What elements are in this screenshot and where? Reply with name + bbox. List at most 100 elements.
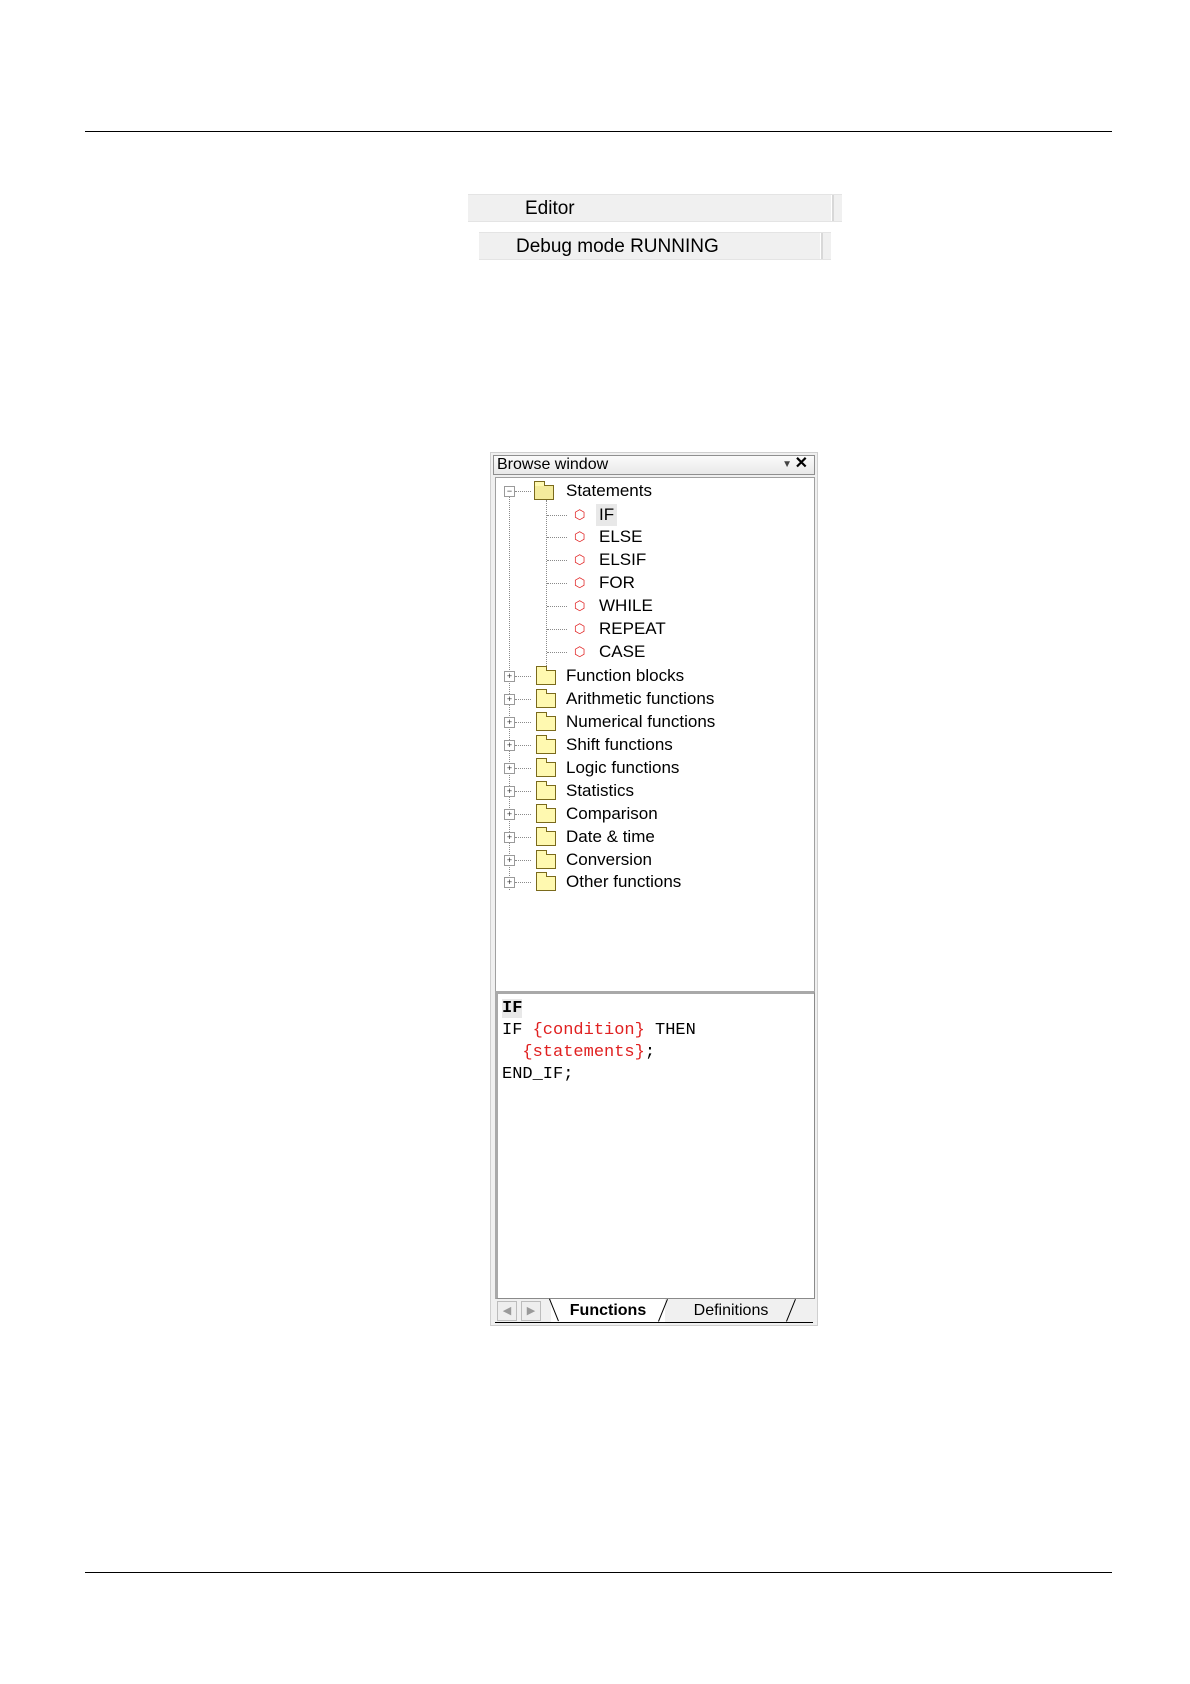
tree-node-numerical-functions[interactable]: + Numerical functions bbox=[496, 711, 812, 733]
tree-leaf-label: CASE bbox=[599, 642, 646, 661]
statement-icon: ⬡ bbox=[574, 529, 586, 544]
tab-definitions-label: Definitions bbox=[693, 1302, 769, 1319]
tree-node-label: Statistics bbox=[566, 781, 635, 800]
tree-node-date-time[interactable]: + Date & time bbox=[496, 826, 812, 848]
debug-status-bar: Debug mode RUNNING bbox=[479, 232, 831, 260]
tree-leaf-elsif[interactable]: ⬡ ELSIF bbox=[496, 549, 812, 571]
syntax-preview-panel: IF IF {condition} THEN {statements}; END… bbox=[495, 991, 815, 1299]
expand-icon[interactable]: + bbox=[504, 832, 515, 843]
tree-node-label: Numerical functions bbox=[566, 712, 716, 731]
tab-functions[interactable]: Functions bbox=[551, 1299, 665, 1323]
folder-icon bbox=[536, 689, 556, 708]
tree-node-label: Comparison bbox=[566, 804, 658, 823]
tree-node-function-blocks[interactable]: + Function blocks bbox=[496, 665, 812, 687]
dropdown-arrow-icon[interactable]: ▼ bbox=[782, 456, 792, 474]
scroll-right-icon[interactable]: ▶ bbox=[521, 1301, 541, 1321]
statement-icon: ⬡ bbox=[574, 552, 586, 567]
editor-status-bar: Editor bbox=[468, 194, 842, 222]
folder-icon bbox=[536, 850, 556, 869]
expand-icon[interactable]: + bbox=[504, 671, 515, 682]
function-tree[interactable]: − Statements ⬡ IF ⬡ ELSE ⬡ ELSIF ⬡ FOR ⬡… bbox=[495, 477, 815, 993]
tree-node-other-functions[interactable]: + Other functions bbox=[496, 871, 812, 893]
statement-icon: ⬡ bbox=[574, 644, 586, 659]
folder-icon bbox=[536, 735, 556, 754]
tree-connector bbox=[547, 652, 567, 653]
tree-connector bbox=[547, 560, 567, 561]
tree-node-label: Other functions bbox=[566, 872, 682, 891]
expand-icon[interactable]: + bbox=[504, 740, 515, 751]
code-keyword: IF bbox=[502, 1021, 533, 1040]
tree-leaf-while[interactable]: ⬡ WHILE bbox=[496, 595, 812, 617]
open-folder-icon bbox=[534, 481, 554, 500]
tree-leaf-case[interactable]: ⬡ CASE bbox=[496, 641, 812, 663]
editor-status-text: Editor bbox=[525, 198, 575, 219]
tree-node-logic-functions[interactable]: + Logic functions bbox=[496, 757, 812, 779]
tree-leaf-label: IF bbox=[596, 504, 618, 526]
browse-window-titlebar[interactable]: Browse window ▼ ✕ bbox=[493, 455, 815, 475]
folder-icon bbox=[536, 758, 556, 777]
collapse-icon[interactable]: − bbox=[504, 486, 515, 497]
tree-node-statements[interactable]: − Statements bbox=[496, 480, 812, 502]
tree-leaf-label: FOR bbox=[599, 573, 635, 592]
expand-icon[interactable]: + bbox=[504, 877, 515, 888]
code-keyword: THEN bbox=[644, 1021, 696, 1040]
tree-connector bbox=[515, 860, 531, 861]
code-keyword: ; bbox=[644, 1043, 656, 1062]
tree-node-label: Date & time bbox=[566, 827, 655, 846]
tree-connector bbox=[547, 515, 567, 516]
tree-connector bbox=[547, 606, 567, 607]
expand-icon[interactable]: + bbox=[504, 809, 515, 820]
tree-leaf-label: ELSE bbox=[599, 527, 643, 546]
scroll-left-icon[interactable]: ◀ bbox=[497, 1301, 517, 1321]
folder-icon bbox=[536, 666, 556, 685]
tree-node-shift-functions[interactable]: + Shift functions bbox=[496, 734, 812, 756]
expand-icon[interactable]: + bbox=[504, 763, 515, 774]
status-separator bbox=[820, 233, 823, 259]
tree-node-label: Function blocks bbox=[566, 666, 685, 685]
tree-connector bbox=[515, 676, 531, 677]
tab-definitions[interactable]: Definitions bbox=[671, 1299, 791, 1323]
tree-connector bbox=[515, 699, 531, 700]
debug-status-text: Debug mode RUNNING bbox=[516, 236, 719, 257]
tree-node-comparison[interactable]: + Comparison bbox=[496, 803, 812, 825]
statement-icon: ⬡ bbox=[574, 507, 586, 522]
tree-node-label: Logic functions bbox=[566, 758, 680, 777]
status-separator bbox=[831, 195, 834, 221]
tree-connector bbox=[515, 491, 531, 492]
preview-header: IF bbox=[502, 999, 523, 1018]
tree-node-statistics[interactable]: + Statistics bbox=[496, 780, 812, 802]
close-icon[interactable]: ✕ bbox=[795, 455, 808, 473]
folder-icon bbox=[536, 781, 556, 800]
tree-node-label: Statements bbox=[566, 481, 652, 500]
tree-node-conversion[interactable]: + Conversion bbox=[496, 849, 812, 871]
expand-icon[interactable]: + bbox=[504, 694, 515, 705]
tree-leaf-label: WHILE bbox=[599, 596, 653, 615]
expand-icon[interactable]: + bbox=[504, 717, 515, 728]
header-rule bbox=[85, 131, 1112, 132]
tree-leaf-repeat[interactable]: ⬡ REPEAT bbox=[496, 618, 812, 640]
tab-functions-label: Functions bbox=[569, 1302, 647, 1319]
tree-leaf-label: ELSIF bbox=[599, 550, 647, 569]
tree-leaf-if[interactable]: ⬡ IF bbox=[496, 504, 812, 526]
tree-leaf-label: REPEAT bbox=[599, 619, 666, 638]
tree-connector bbox=[547, 629, 567, 630]
tree-node-arithmetic-functions[interactable]: + Arithmetic functions bbox=[496, 688, 812, 710]
tree-node-label: Arithmetic functions bbox=[566, 689, 715, 708]
tree-node-label: Shift functions bbox=[566, 735, 673, 754]
expand-icon[interactable]: + bbox=[504, 855, 515, 866]
folder-icon bbox=[536, 827, 556, 846]
tree-leaf-for[interactable]: ⬡ FOR bbox=[496, 572, 812, 594]
tree-connector bbox=[515, 791, 531, 792]
statement-icon: ⬡ bbox=[574, 621, 586, 636]
code-keyword: END_IF; bbox=[502, 1065, 574, 1084]
tree-connector bbox=[547, 583, 567, 584]
tree-leaf-else[interactable]: ⬡ ELSE bbox=[496, 526, 812, 548]
tree-node-label: Conversion bbox=[566, 850, 652, 869]
tree-connector bbox=[547, 537, 567, 538]
tree-connector bbox=[515, 882, 531, 883]
tab-baseline bbox=[495, 1322, 813, 1323]
folder-icon bbox=[536, 804, 556, 823]
tree-connector bbox=[515, 722, 531, 723]
expand-icon[interactable]: + bbox=[504, 786, 515, 797]
code-placeholder: {condition} bbox=[532, 1021, 645, 1040]
